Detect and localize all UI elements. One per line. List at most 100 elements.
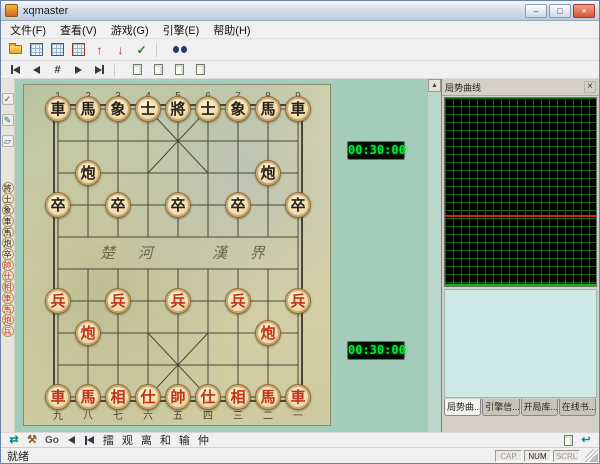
- piece-black-卒[interactable]: 卒: [285, 192, 311, 218]
- board-scrollbar[interactable]: ▲: [428, 79, 441, 432]
- piece-black-卒[interactable]: 卒: [225, 192, 251, 218]
- piece-red-相[interactable]: 相: [225, 384, 251, 410]
- piece-red-馬[interactable]: 馬: [255, 384, 281, 410]
- piece-red-車[interactable]: 車: [45, 384, 71, 410]
- menu-engine[interactable]: 引擎(E): [156, 21, 207, 39]
- paste-fen-icon[interactable]: [191, 61, 210, 78]
- caps-indicator: CAP: [495, 449, 522, 462]
- close-button[interactable]: ×: [573, 3, 595, 18]
- panel-tab-3[interactable]: 在线书...: [558, 399, 596, 416]
- piece-red-炮[interactable]: 炮: [255, 320, 281, 346]
- piece-black-炮[interactable]: 炮: [75, 160, 101, 186]
- num-indicator: NUM: [524, 449, 551, 462]
- piece-black-卒[interactable]: 卒: [165, 192, 191, 218]
- open-file-icon[interactable]: [6, 41, 25, 58]
- action-button-0[interactable]: 擂: [103, 435, 114, 447]
- search-position-icon[interactable]: [170, 41, 189, 58]
- piece-red-兵[interactable]: 兵: [165, 288, 191, 314]
- bottom-toolbar: ⇄ ⚒ Go 擂观离和输仲 ↩: [1, 432, 599, 447]
- confirm-check-icon[interactable]: ✓: [1, 93, 14, 105]
- piece-red-炮[interactable]: 炮: [75, 320, 101, 346]
- piece-black-炮[interactable]: 炮: [255, 160, 281, 186]
- nav-prev-icon[interactable]: [27, 61, 46, 78]
- copy-board-icon[interactable]: [48, 41, 67, 58]
- action-button-3[interactable]: 和: [160, 435, 171, 447]
- eraser-icon[interactable]: ▱: [1, 135, 14, 147]
- panel-tab-0[interactable]: 局势曲...: [444, 399, 482, 416]
- board-panel: 楚 河 漢 界 123456789九八七六五四三二一車馬象士將士象馬車炮炮卒卒卒…: [15, 79, 441, 432]
- exchange-icon[interactable]: ⇄: [6, 434, 22, 447]
- copy-fen-icon[interactable]: [149, 61, 168, 78]
- nav-next-icon[interactable]: [69, 61, 88, 78]
- piece-red-帥[interactable]: 帥: [165, 384, 191, 410]
- river-label-right: 漢 界: [212, 244, 274, 262]
- nav-toolbar: #: [1, 61, 599, 79]
- nav-goto-move-icon[interactable]: #: [48, 61, 67, 78]
- piece-black-卒[interactable]: 卒: [105, 192, 131, 218]
- piece-red-兵[interactable]: 兵: [225, 288, 251, 314]
- panel-tab-1[interactable]: 引擎信...: [482, 399, 520, 416]
- piece-black-將[interactable]: 將: [165, 96, 191, 122]
- new-board-icon[interactable]: [27, 41, 46, 58]
- piece-black-馬[interactable]: 馬: [255, 96, 281, 122]
- red-clock: 00:30:00: [347, 341, 406, 360]
- resize-grip[interactable]: [585, 449, 598, 462]
- forward-move-icon[interactable]: ↓: [111, 41, 130, 58]
- piece-black-象[interactable]: 象: [105, 96, 131, 122]
- board[interactable]: 楚 河 漢 界 123456789九八七六五四三二一車馬象士將士象馬車炮炮卒卒卒…: [23, 84, 331, 426]
- menu-view[interactable]: 查看(V): [53, 21, 104, 39]
- piece-black-車[interactable]: 車: [45, 96, 71, 122]
- menu-file[interactable]: 文件(F): [3, 21, 53, 39]
- takeback-move-icon[interactable]: ↑: [90, 41, 109, 58]
- piece-black-象[interactable]: 象: [225, 96, 251, 122]
- piece-black-車[interactable]: 車: [285, 96, 311, 122]
- go-label[interactable]: Go: [45, 435, 59, 446]
- step-back-icon[interactable]: [64, 434, 80, 447]
- piece-black-士[interactable]: 士: [135, 96, 161, 122]
- nav-first-icon[interactable]: [6, 61, 25, 78]
- action-button-5[interactable]: 仲: [198, 435, 209, 447]
- engine-analyze-icon[interactable]: ✓: [132, 41, 151, 58]
- nav-last-icon[interactable]: [90, 61, 109, 78]
- info-area: [444, 289, 597, 398]
- panel-tabs: 局势曲... 引擎信... 开局库... 在线书...: [442, 399, 599, 416]
- trend-graph: [444, 97, 597, 287]
- panel-header[interactable]: 局势曲线 ×: [442, 79, 599, 96]
- jump-start-icon[interactable]: [82, 434, 98, 447]
- menu-bar: 文件(F) 查看(V) 游戏(G) 引擎(E) 帮助(H): [1, 21, 599, 39]
- piece-red-兵[interactable]: 兵: [105, 288, 131, 314]
- palette-piece-red-13[interactable]: 兵: [1, 325, 14, 337]
- menu-game[interactable]: 游戏(G): [104, 21, 156, 39]
- piece-red-兵[interactable]: 兵: [285, 288, 311, 314]
- piece-black-士[interactable]: 士: [195, 96, 221, 122]
- title-bar[interactable]: xqmaster – □ ×: [1, 1, 599, 21]
- action-button-4[interactable]: 输: [179, 435, 190, 447]
- minimize-button[interactable]: –: [525, 3, 547, 18]
- piece-black-馬[interactable]: 馬: [75, 96, 101, 122]
- piece-red-兵[interactable]: 兵: [45, 288, 71, 314]
- piece-black-卒[interactable]: 卒: [45, 192, 71, 218]
- piece-red-馬[interactable]: 馬: [75, 384, 101, 410]
- undo-icon[interactable]: ↩: [578, 434, 594, 447]
- piece-red-相[interactable]: 相: [105, 384, 131, 410]
- edit-pencil-icon[interactable]: ✎: [1, 114, 14, 126]
- edit-board-icon[interactable]: [69, 41, 88, 58]
- copy-game-icon[interactable]: [128, 61, 147, 78]
- tools-hammer-icon[interactable]: ⚒: [24, 434, 40, 447]
- panel-tab-2[interactable]: 开局库...: [520, 399, 558, 416]
- content-area: ✓✎▱將士象車馬炮卒帥仕相車馬炮兵 楚 河 漢 界 123456789九八七六五…: [1, 79, 599, 432]
- action-button-2[interactable]: 离: [141, 435, 152, 447]
- action-button-1[interactable]: 观: [122, 435, 133, 447]
- notes-page-icon[interactable]: [560, 434, 576, 447]
- piece-red-仕[interactable]: 仕: [195, 384, 221, 410]
- menu-help[interactable]: 帮助(H): [206, 21, 257, 39]
- scroll-up-icon[interactable]: ▲: [428, 79, 441, 92]
- close-panel-icon[interactable]: ×: [584, 81, 596, 93]
- piece-red-車[interactable]: 車: [285, 384, 311, 410]
- piece-red-仕[interactable]: 仕: [135, 384, 161, 410]
- graph-red-line: [445, 214, 596, 217]
- paste-game-icon[interactable]: [170, 61, 189, 78]
- maximize-button[interactable]: □: [549, 3, 571, 18]
- window-title: xqmaster: [23, 4, 69, 17]
- trend-panel: 局势曲线 × 局势曲... 引擎信... 开局库... 在线书...: [441, 79, 599, 432]
